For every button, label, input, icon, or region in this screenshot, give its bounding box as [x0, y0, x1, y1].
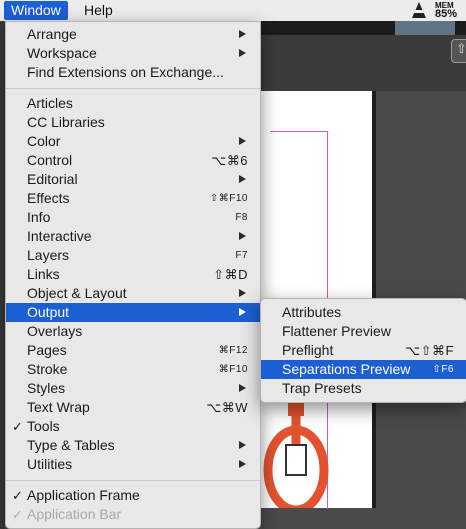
menu-item-articles[interactable]: Articles — [6, 94, 260, 113]
menu-item-label: Info — [27, 209, 51, 225]
traffic-cone-stripe — [414, 10, 424, 13]
menu-item-layers[interactable]: Layers F7 — [6, 246, 260, 265]
menu-item-links[interactable]: Links ⇧⌘D — [6, 265, 260, 284]
chevron-right-icon — [239, 308, 246, 316]
menu-item-shortcut: ⌥⌘W — [206, 400, 248, 415]
menu-item-label: Application Frame — [27, 487, 140, 503]
menu-item-arrange[interactable]: Arrange — [6, 25, 260, 44]
checkmark-icon: ✓ — [12, 507, 23, 522]
menu-item-label: Stroke — [27, 361, 68, 377]
menu-item-label: Utilities — [27, 456, 73, 472]
submenu-item-separations-preview[interactable]: Separations Preview ⇧F6 — [261, 360, 466, 379]
menu-item-type-tables[interactable]: Type & Tables — [6, 436, 260, 455]
menu-item-label: Editorial — [27, 171, 78, 187]
submenu-item-flattener-preview[interactable]: Flattener Preview — [261, 322, 466, 341]
menu-item-utilities[interactable]: Utilities — [6, 455, 260, 474]
menu-separator — [6, 480, 260, 481]
menu-item-label: Overlays — [27, 323, 83, 339]
menu-item-label: Preflight — [282, 342, 334, 358]
menu-item-interactive[interactable]: Interactive — [6, 227, 260, 246]
menu-item-label: Flattener Preview — [282, 323, 391, 339]
menu-item-effects[interactable]: Effects ⇧⌘F10 — [6, 189, 260, 208]
memory-indicator[interactable]: MEM 85% — [412, 1, 464, 20]
menu-item-editorial[interactable]: Editorial — [6, 170, 260, 189]
menu-item-color[interactable]: Color — [6, 132, 260, 151]
chevron-right-icon — [239, 289, 246, 297]
menu-item-label: Effects — [27, 190, 70, 206]
memory-value: 85% — [435, 8, 458, 20]
chevron-right-icon — [239, 175, 246, 183]
menu-item-object-layout[interactable]: Object & Layout — [6, 284, 260, 303]
menu-item-label: Text Wrap — [27, 399, 90, 415]
menu-item-find-extensions[interactable]: Find Extensions on Exchange... — [6, 63, 260, 82]
menu-window[interactable]: Window — [4, 1, 68, 20]
checkmark-icon: ✓ — [12, 419, 23, 434]
menu-item-label: Tools — [27, 418, 60, 434]
menu-item-shortcut: ⇧F6 — [432, 364, 454, 375]
chevron-right-icon — [239, 30, 246, 38]
menu-item-label: Separations Preview — [282, 361, 411, 377]
chevron-right-icon — [239, 384, 246, 392]
bicycle-artwork[interactable] — [258, 400, 338, 508]
menu-item-overlays[interactable]: Overlays — [6, 322, 260, 341]
menu-item-label: Arrange — [27, 26, 77, 42]
menu-item-label: Application Bar — [27, 506, 122, 522]
menu-item-shortcut: ⌘F12 — [218, 345, 248, 356]
menu-item-styles[interactable]: Styles — [6, 379, 260, 398]
menu-item-label: Type & Tables — [27, 437, 115, 453]
menu-item-application-bar: ✓ Application Bar — [6, 505, 260, 524]
menu-item-text-wrap[interactable]: Text Wrap ⌥⌘W — [6, 398, 260, 417]
menu-item-shortcut: ⌘F10 — [218, 364, 248, 375]
share-icon: ⇧ — [456, 41, 466, 56]
control-panel — [260, 35, 466, 95]
menu-item-cc-libraries[interactable]: CC Libraries — [6, 113, 260, 132]
menu-item-label: Output — [27, 304, 70, 320]
menu-item-tools[interactable]: ✓ Tools — [6, 417, 260, 436]
menu-item-label: CC Libraries — [27, 114, 105, 130]
share-button[interactable]: ⇧ — [451, 39, 466, 63]
chevron-right-icon — [239, 460, 246, 468]
submenu-item-trap-presets[interactable]: Trap Presets — [261, 379, 466, 398]
window-menu: Arrange Workspace Find Extensions on Exc… — [5, 21, 261, 529]
menu-item-workspace[interactable]: Workspace — [6, 44, 260, 63]
menu-bar: Window Help MEM 85% — [0, 0, 466, 21]
menu-help[interactable]: Help — [77, 1, 120, 20]
menu-item-label: Layers — [27, 247, 70, 263]
menu-item-label: Control — [27, 152, 73, 168]
menu-item-label: Links — [27, 266, 60, 282]
menu-item-label: Styles — [27, 380, 66, 396]
menu-item-label: Trap Presets — [282, 380, 362, 396]
submenu-item-preflight[interactable]: Preflight ⌥⇧⌘F — [261, 341, 466, 360]
menu-item-shortcut: ⇧⌘D — [213, 267, 248, 282]
menu-item-control[interactable]: Control ⌥⌘6 — [6, 151, 260, 170]
chevron-right-icon — [239, 137, 246, 145]
menu-item-label: Pages — [27, 342, 67, 358]
menu-item-stroke[interactable]: Stroke ⌘F10 — [6, 360, 260, 379]
menu-item-shortcut: ⌥⇧⌘F — [405, 343, 454, 358]
submenu-item-attributes[interactable]: Attributes — [261, 303, 466, 322]
checkmark-icon: ✓ — [12, 488, 23, 503]
menu-item-shortcut: F8 — [235, 212, 248, 223]
menu-item-label: Object & Layout — [27, 285, 127, 301]
menu-item-label: Find Extensions on Exchange... — [27, 64, 224, 80]
menu-item-shortcut: ⌥⌘6 — [211, 153, 248, 168]
header-artwork — [395, 21, 455, 35]
chevron-right-icon — [239, 232, 246, 240]
chevron-right-icon — [239, 49, 246, 57]
menu-item-info[interactable]: Info F8 — [6, 208, 260, 227]
output-submenu: Attributes Flattener Preview Preflight ⌥… — [260, 298, 466, 403]
menu-item-label: Color — [27, 133, 61, 149]
menu-item-label: Workspace — [27, 45, 97, 61]
menu-item-label: Attributes — [282, 304, 342, 320]
menu-item-shortcut: ⇧⌘F10 — [209, 193, 248, 204]
menu-item-application-frame[interactable]: ✓ Application Frame — [6, 486, 260, 505]
chevron-right-icon — [239, 441, 246, 449]
menu-item-label: Interactive — [27, 228, 92, 244]
menu-item-label: Articles — [27, 95, 73, 111]
menu-separator — [6, 88, 260, 89]
menu-item-pages[interactable]: Pages ⌘F12 — [6, 341, 260, 360]
menu-item-output[interactable]: Output — [6, 303, 260, 322]
menu-item-shortcut: F7 — [235, 250, 248, 261]
